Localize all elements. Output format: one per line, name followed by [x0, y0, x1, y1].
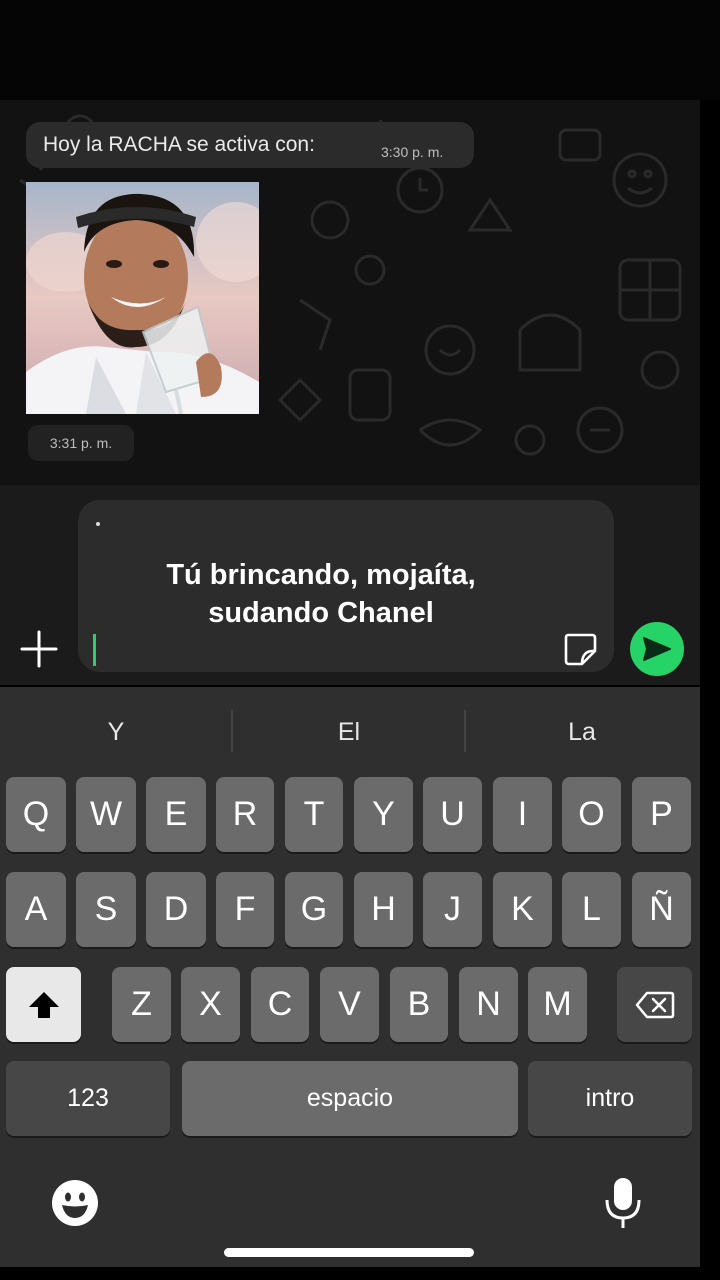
backspace-icon: [635, 991, 674, 1018]
key-b[interactable]: B: [390, 967, 448, 1042]
key-k[interactable]: K: [493, 872, 552, 947]
numbers-key[interactable]: 123: [6, 1061, 170, 1136]
key-i[interactable]: I: [493, 777, 552, 852]
key-s[interactable]: S: [76, 872, 136, 947]
key-e[interactable]: E: [146, 777, 206, 852]
message-text: Hoy la RACHA se activa con:: [43, 133, 315, 156]
key-y[interactable]: Y: [354, 777, 413, 852]
key-x[interactable]: X: [181, 967, 240, 1042]
sticker-illustration: [26, 182, 259, 414]
suggestion-1[interactable]: Y: [0, 712, 232, 752]
sticker-image[interactable]: [26, 182, 259, 414]
sticker-icon[interactable]: [562, 631, 598, 667]
input-dot: [96, 522, 100, 526]
key-c[interactable]: C: [251, 967, 309, 1042]
space-key[interactable]: espacio: [182, 1061, 518, 1136]
suggestion-3[interactable]: La: [466, 712, 698, 752]
caption-line-1: Tú brincando, mojaíta,: [166, 559, 476, 591]
key-p[interactable]: P: [632, 777, 691, 852]
backspace-key[interactable]: [617, 967, 692, 1042]
key-l[interactable]: L: [562, 872, 621, 947]
status-bar: [0, 0, 720, 100]
key-n[interactable]: N: [459, 967, 518, 1042]
sticker-time: 3:31 p. m.: [28, 425, 134, 461]
emoji-icon[interactable]: [50, 1178, 100, 1228]
send-icon: [643, 637, 671, 661]
key-d[interactable]: D: [146, 872, 206, 947]
plus-icon[interactable]: [18, 628, 60, 670]
home-indicator[interactable]: [224, 1248, 474, 1257]
shift-key[interactable]: [6, 967, 81, 1042]
key-t[interactable]: T: [285, 777, 343, 852]
message-bubble[interactable]: Hoy la RACHA se activa con: 3:30 p. m.: [26, 122, 474, 168]
key-v[interactable]: V: [320, 967, 379, 1042]
suggestion-2[interactable]: El: [233, 712, 465, 752]
message-time: 3:30 p. m.: [381, 144, 444, 160]
key-m[interactable]: M: [528, 967, 587, 1042]
key-enye[interactable]: Ñ: [632, 872, 691, 947]
key-a[interactable]: A: [6, 872, 66, 947]
key-r[interactable]: R: [216, 777, 274, 852]
key-o[interactable]: O: [562, 777, 621, 852]
microphone-icon[interactable]: [602, 1176, 644, 1232]
key-q[interactable]: Q: [6, 777, 66, 852]
enter-key[interactable]: intro: [528, 1061, 692, 1136]
shift-arrow-icon: [28, 991, 59, 1018]
key-z[interactable]: Z: [112, 967, 171, 1042]
screen-edge: [700, 100, 720, 1280]
key-h[interactable]: H: [354, 872, 413, 947]
send-button[interactable]: [630, 622, 684, 676]
key-g[interactable]: G: [285, 872, 343, 947]
caption-overlay: Tú brincando, mojaíta, sudando Chanel: [80, 556, 562, 632]
caption-line-2: sudando Chanel: [208, 597, 434, 629]
key-f[interactable]: F: [216, 872, 274, 947]
key-j[interactable]: J: [423, 872, 482, 947]
key-u[interactable]: U: [423, 777, 482, 852]
key-w[interactable]: W: [76, 777, 136, 852]
text-caret: [93, 634, 96, 666]
